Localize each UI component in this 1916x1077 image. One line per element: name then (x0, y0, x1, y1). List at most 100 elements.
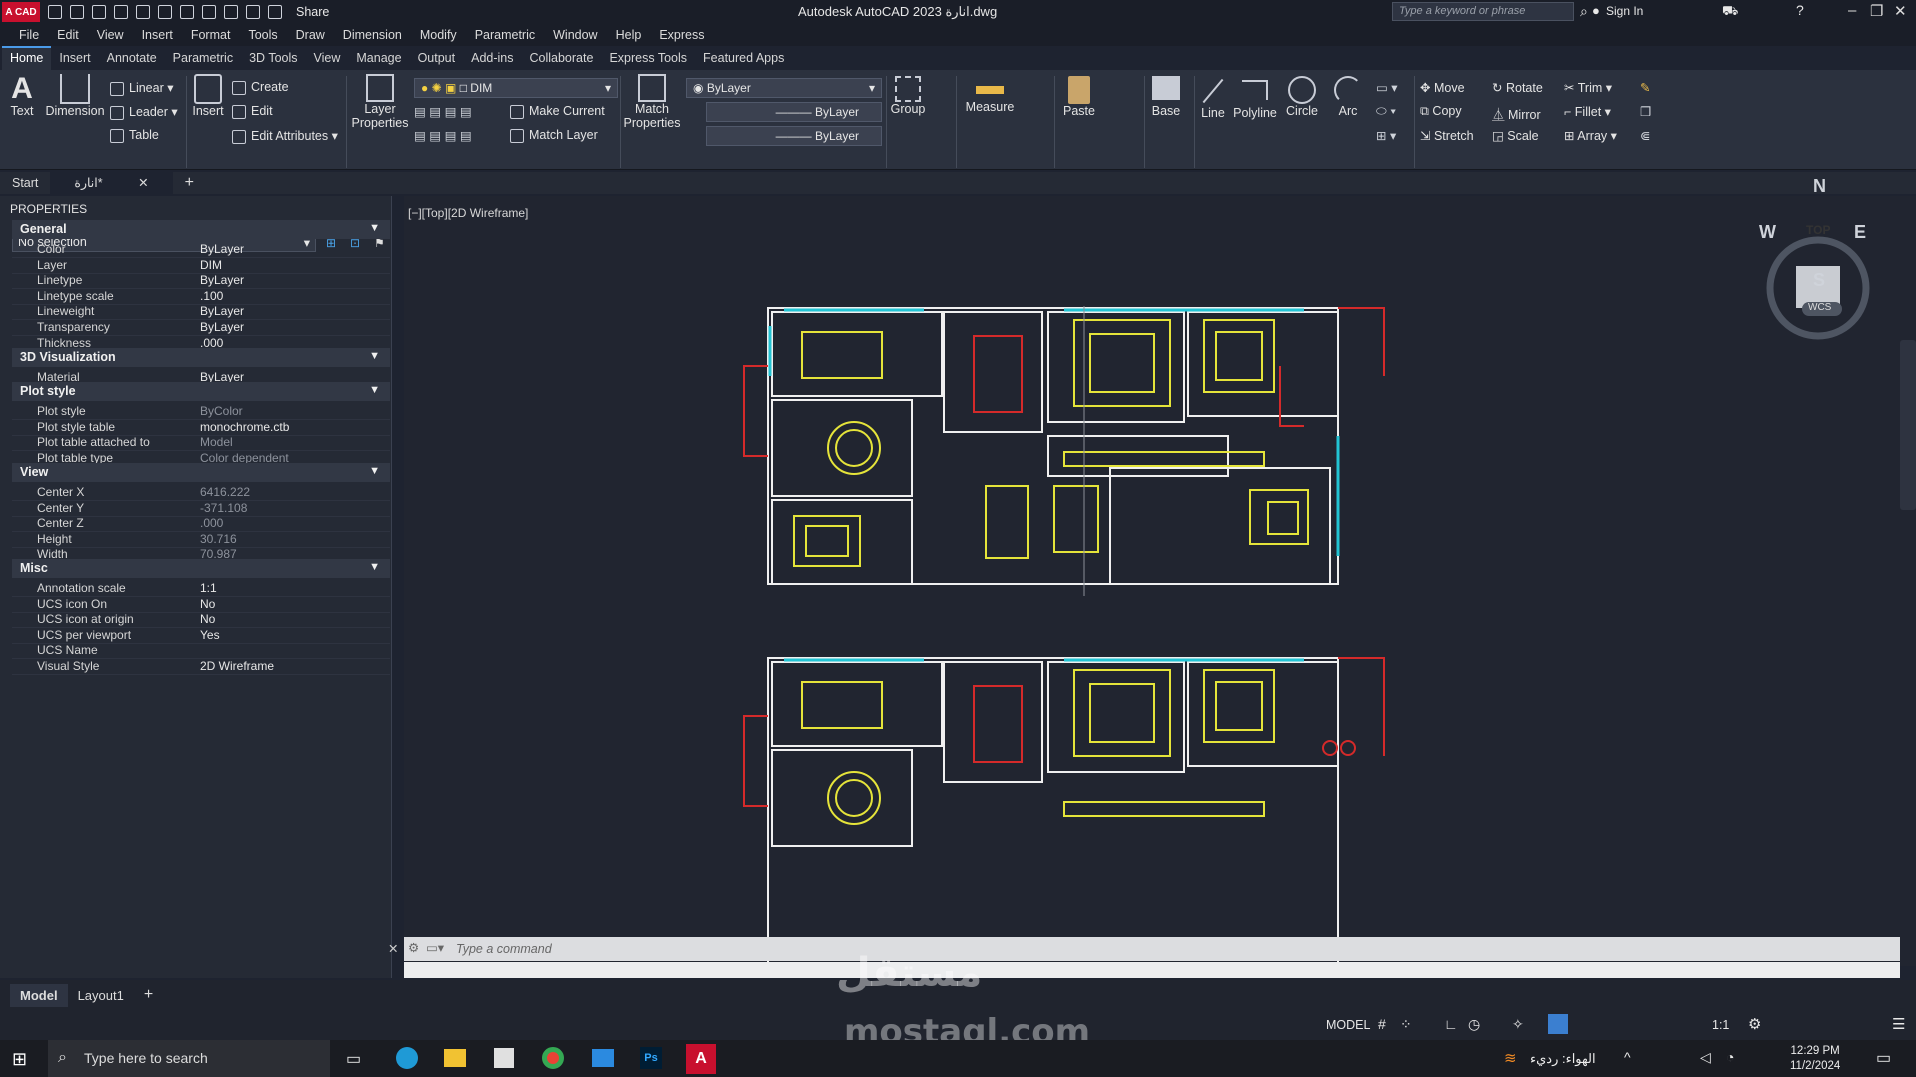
minimize-icon[interactable]: – (1848, 2, 1856, 19)
settings-icon[interactable]: ⚙ (1748, 1015, 1761, 1033)
property-value[interactable]: 2D Wireframe (200, 659, 274, 673)
workspace-icon[interactable] (268, 5, 282, 19)
command-input[interactable]: Type a command (456, 942, 552, 956)
lineweight-dropdown[interactable]: ——— ByLayer (706, 126, 882, 146)
print-icon[interactable] (246, 5, 260, 19)
fillet-button[interactable]: ⌐ Fillet ▾ (1564, 104, 1611, 119)
edit-block-button[interactable]: Edit (232, 104, 273, 119)
network-icon[interactable]: ◔ (1726, 1049, 1734, 1065)
property-group-viz[interactable]: 3D Visualization ▼ (12, 348, 390, 367)
redo-icon[interactable] (224, 5, 238, 19)
cart-icon[interactable]: ⛟ (1722, 3, 1738, 21)
layer-tools-icons[interactable]: ▤ ▤ ▤ ▤ (414, 104, 472, 119)
volume-icon[interactable]: ◁ (1700, 1049, 1711, 1066)
edit-attributes-button[interactable]: Edit Attributes ▾ (232, 128, 338, 144)
arc-button[interactable]: Arc (1330, 76, 1366, 118)
create-block-button[interactable]: Create (232, 80, 289, 95)
store-icon[interactable] (494, 1048, 514, 1068)
line-button[interactable]: Line (1196, 76, 1230, 120)
layout1-tab[interactable]: Layout1 (68, 984, 134, 1007)
weather-status[interactable]: الهواء: رديء (1530, 1051, 1596, 1067)
compass-south[interactable]: S (1813, 270, 1825, 291)
model-space-button[interactable]: MODEL (1326, 1018, 1370, 1032)
property-group-general[interactable]: General ▼ (12, 220, 390, 239)
menu-tools[interactable]: Tools (239, 28, 286, 42)
annotation-scale-value[interactable]: 1:1 (1712, 1018, 1729, 1032)
autocad-taskbar-icon[interactable]: A (686, 1044, 716, 1074)
explode-icon[interactable]: ❒ (1640, 104, 1651, 119)
menu-help[interactable]: Help (607, 28, 651, 42)
open-icon[interactable] (70, 5, 84, 19)
sign-in-button[interactable]: Sign In (1606, 4, 1643, 18)
menu-file[interactable]: File (10, 28, 48, 42)
linetype-dropdown[interactable]: ——— ByLayer (706, 102, 882, 122)
tab-featured-apps[interactable]: Featured Apps (695, 48, 792, 70)
maximize-icon[interactable]: ❐ (1870, 2, 1883, 20)
tab-annotate[interactable]: Annotate (99, 48, 165, 70)
save-to-web-icon[interactable] (158, 5, 172, 19)
app-logo[interactable]: A CAD (2, 2, 40, 22)
offset-icon[interactable]: ⋐ (1640, 128, 1650, 143)
text-button[interactable]: A Text (6, 74, 38, 119)
scale-button[interactable]: ◲ Scale (1492, 128, 1539, 143)
save-as-icon[interactable] (114, 5, 128, 19)
boundary-icon[interactable]: ⊞ ▾ (1376, 128, 1396, 143)
taskbar-search-input[interactable]: Type here to search (48, 1040, 330, 1077)
linear-button[interactable]: Linear ▾ (110, 80, 174, 96)
layer-dropdown[interactable]: ● ✺ ▣ □ DIM ▾ (414, 78, 618, 98)
file-explorer-icon[interactable] (444, 1049, 466, 1067)
share-button[interactable]: Share (296, 5, 329, 19)
tab-insert[interactable]: Insert (51, 48, 98, 70)
grid-icon[interactable]: # (1378, 1016, 1386, 1032)
menu-window[interactable]: Window (544, 28, 606, 42)
chevron-down-icon[interactable]: ▼ (369, 384, 380, 396)
mail-icon[interactable] (592, 1049, 614, 1067)
save-icon[interactable] (92, 5, 106, 19)
tab-parametric[interactable]: Parametric (165, 48, 241, 70)
menu-view[interactable]: View (88, 28, 133, 42)
mirror-button[interactable]: ⏅ Mirror (1492, 104, 1541, 123)
leader-button[interactable]: Leader ▾ (110, 104, 178, 120)
property-group-view[interactable]: View ▼ (12, 463, 390, 482)
tab-output[interactable]: Output (410, 48, 464, 70)
erase-icon[interactable]: ✎ (1640, 80, 1650, 95)
chrome-icon[interactable] (542, 1047, 564, 1069)
match-properties-button[interactable]: Match Properties (622, 74, 682, 130)
navigation-bar[interactable] (1900, 340, 1916, 510)
stretch-button[interactable]: ⇲ Stretch (1420, 128, 1474, 143)
help-icon[interactable]: ? (1796, 2, 1804, 18)
menu-insert[interactable]: Insert (133, 28, 182, 42)
viewport-controls-label[interactable]: [−][Top][2D Wireframe] (408, 206, 528, 220)
wrench-icon[interactable]: ⚙ (408, 940, 419, 955)
wcs-label[interactable]: WCS (1808, 302, 1831, 313)
chevron-down-icon[interactable]: ▼ (369, 561, 380, 573)
match-layer-button[interactable]: Match Layer (510, 128, 598, 143)
windows-start-icon[interactable]: ⊞ (12, 1049, 27, 1070)
array-button[interactable]: ⊞ Array ▾ (1564, 128, 1617, 143)
base-view-button[interactable]: Base (1148, 76, 1184, 118)
compass-west[interactable]: W (1759, 222, 1776, 243)
undo-icon[interactable] (202, 5, 216, 19)
new-layout-icon[interactable]: + (134, 982, 163, 1008)
menu-express[interactable]: Express (650, 28, 713, 42)
menu-parametric[interactable]: Parametric (466, 28, 544, 42)
open-from-web-icon[interactable] (136, 5, 150, 19)
make-current-button[interactable]: Make Current (510, 104, 605, 119)
plot-icon[interactable] (180, 5, 194, 19)
layer-tools-icons-2[interactable]: ▤ ▤ ▤ ▤ (414, 128, 472, 143)
binoculars-icon[interactable]: ⌕ (1580, 3, 1588, 20)
snap-icon[interactable]: ⁘ (1400, 1016, 1412, 1033)
close-icon[interactable]: ✕ (1894, 2, 1907, 20)
menu-format[interactable]: Format (182, 28, 240, 42)
tab-manage[interactable]: Manage (348, 48, 409, 70)
compass-east[interactable]: E (1854, 222, 1866, 243)
polyline-button[interactable]: Polyline (1232, 76, 1278, 120)
polar-icon[interactable]: ◷ (1468, 1016, 1480, 1033)
chevron-down-icon[interactable]: ▼ (369, 222, 380, 234)
move-button[interactable]: ✥ Move (1420, 80, 1465, 95)
otrack-icon[interactable] (1548, 1014, 1568, 1034)
table-button[interactable]: Table (110, 128, 159, 143)
menu-edit[interactable]: Edit (48, 28, 88, 42)
rotate-button[interactable]: ↻ Rotate (1492, 80, 1543, 95)
command-line[interactable]: ✕ ⚙ ▭▾ Type a command (388, 937, 1900, 961)
